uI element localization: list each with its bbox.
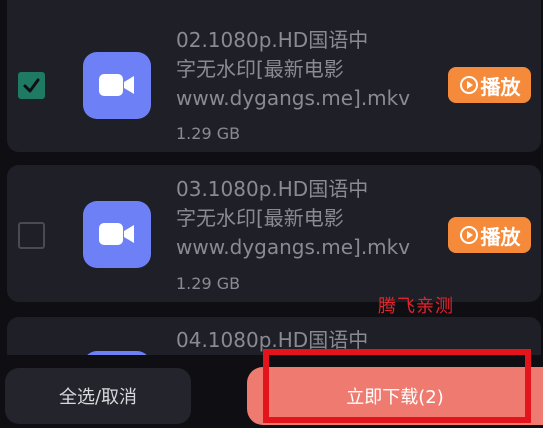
play-button-label: 播放	[480, 224, 521, 249]
play-button[interactable]: 播放	[448, 217, 531, 253]
play-circle-icon	[459, 226, 478, 244]
list-item[interactable]: 02.1080p.HD国语中 字无水印[最新电影 www.dygangs.me]…	[7, 0, 541, 152]
checkmark-icon	[23, 78, 40, 93]
video-thumbnail	[83, 201, 151, 268]
video-camera-icon	[99, 74, 134, 96]
video-thumbnail	[83, 52, 151, 119]
play-button-label: 播放	[480, 74, 521, 99]
file-title: 04.1080p.HD国语中	[176, 328, 369, 352]
file-title: 02.1080p.HD国语中 字无水印[最新电影 www.dygangs.me]…	[176, 28, 411, 110]
list-item[interactable]: 03.1080p.HD国语中 字无水印[最新电影 www.dygangs.me]…	[7, 165, 541, 302]
item-checkbox[interactable]	[18, 222, 45, 249]
item-checkbox[interactable]	[18, 72, 45, 99]
play-circle-icon	[459, 76, 478, 94]
play-button[interactable]: 播放	[448, 67, 531, 103]
file-size: 1.29 GB	[176, 124, 241, 143]
download-list-screen: 02.1080p.HD国语中 字无水印[最新电影 www.dygangs.me]…	[0, 0, 543, 428]
file-title: 03.1080p.HD国语中 字无水印[最新电影 www.dygangs.me]…	[176, 177, 411, 259]
watermark-text: 腾飞亲测	[378, 296, 454, 317]
video-camera-icon	[99, 223, 134, 245]
select-all-button[interactable]: 全选/取消	[5, 368, 191, 424]
file-size: 1.29 GB	[176, 274, 241, 293]
download-now-button[interactable]: 立即下载(2)	[247, 367, 543, 425]
